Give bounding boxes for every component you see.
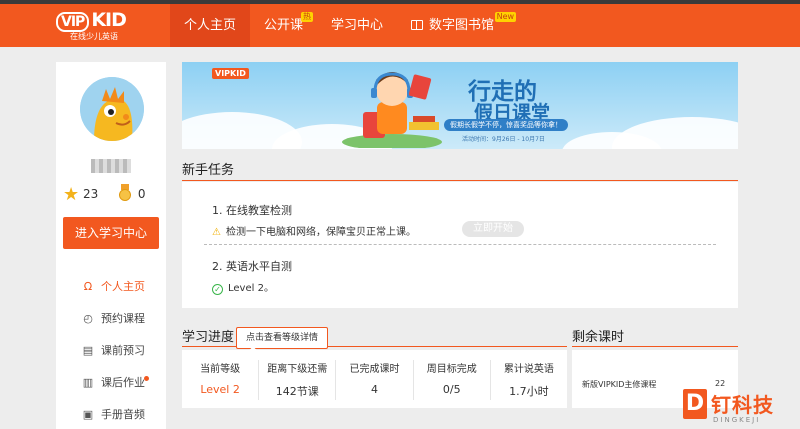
audio-icon: ▣: [82, 408, 94, 421]
book-icon: [411, 20, 424, 30]
clock-icon: ◴: [83, 312, 93, 325]
medal-stat: 0: [118, 184, 145, 202]
holiday-banner[interactable]: VIPKID 行走的 假日课堂 假期长假学不停，惊喜奖品等你拿！ 活动时间：9月…: [182, 62, 738, 149]
sidebar-item-home[interactable]: Ω 个人主页: [80, 274, 170, 300]
preview-icon: ▤: [82, 344, 94, 357]
notification-dot: [144, 376, 149, 381]
start-check-button[interactable]: 立即开始: [462, 221, 524, 237]
task-desc-2: ✓ Level 2。: [212, 279, 274, 295]
task-separator: [204, 244, 716, 245]
watermark-logo-icon: D: [683, 389, 707, 419]
avatar[interactable]: [80, 77, 144, 141]
tasks-heading: 新手任务: [182, 163, 235, 178]
watermark-sub: DINGKEJI: [713, 416, 761, 424]
progress-english-time: 累计说英语 1.7小时: [503, 364, 554, 398]
task-title-1: 1. 在线教室检测: [212, 204, 292, 217]
progress-heading: 学习进度: [182, 330, 235, 345]
user-icon: Ω: [83, 280, 93, 293]
sidebar-item-preview[interactable]: ▤ 课前预习: [80, 338, 170, 364]
banner-tagline: 假期长假学不停，惊喜奖品等你拿！: [444, 119, 568, 131]
progress-completed-lessons: 已完成课时 4: [336, 360, 414, 400]
homework-icon: ▥: [82, 376, 94, 389]
tasks-card: 1. 在线教室检测 ⚠ 检测一下电脑和网络，保障宝贝正常上课。 立即开始 2. 英…: [182, 182, 738, 308]
nav-home[interactable]: 个人主页: [170, 4, 251, 47]
kid-illustration: [342, 72, 442, 148]
progress-to-next-level: 距离下级还需 142节课: [259, 360, 337, 400]
remaining-heading: 剩余课时: [572, 330, 625, 345]
sidebar: ★ 23 0 进入学习中心 Ω 个人主页 ◴ 预约课程 ▤ 课前预习 ▥ 课后作业 ▣ 手…: [56, 62, 166, 429]
top-nav-bar: VIP KID 在线少儿英语 个人主页 公开课热 学习中心 数字图书馆 New: [0, 0, 800, 47]
tasks-divider: [182, 180, 738, 181]
remaining-divider: [572, 346, 738, 347]
dingkeji-watermark: D 钉科技 DINGKEJI: [683, 385, 798, 425]
task-desc-1: ⚠ 检测一下电脑和网络，保障宝贝正常上课。: [212, 227, 416, 238]
banner-date: 活动时间：9月26日 - 10月7日: [462, 136, 545, 143]
level-detail-tooltip[interactable]: 点击查看等级详情: [236, 327, 328, 358]
sidebar-item-homework[interactable]: ▥ 课后作业: [80, 370, 170, 396]
progress-level[interactable]: 当前等级 Level 2: [182, 360, 260, 400]
username-blurred: [91, 159, 131, 173]
watermark-name: 钉科技: [711, 393, 774, 417]
banner-logo: VIPKID: [212, 68, 249, 79]
progress-weekly-goal: 周目标完成 0/5: [414, 360, 491, 400]
sidebar-menu: Ω 个人主页 ◴ 预约课程 ▤ 课前预习 ▥ 课后作业 ▣ 手册音频: [80, 274, 170, 429]
nav-open-class[interactable]: 公开课热: [250, 4, 317, 47]
star-icon: ★: [63, 184, 80, 205]
nav-digital-library[interactable]: 数字图书馆 New: [397, 4, 518, 47]
star-count: 23: [82, 187, 99, 201]
enter-learning-center-button[interactable]: 进入学习中心: [63, 217, 159, 249]
warning-icon: ⚠: [212, 227, 221, 238]
task-title-2: 2. 英语水平自测: [212, 260, 292, 273]
new-badge: New: [494, 12, 517, 22]
star-stat: ★ 23: [63, 184, 98, 205]
logo-subtitle: 在线少儿英语: [70, 32, 118, 41]
progress-card: 当前等级 Level 2 距离下级还需 142节课 已完成课时 4 周目标完成 0/5 …: [182, 350, 567, 408]
hot-badge: 热: [301, 12, 314, 22]
remaining-course-name: 新版VIPKID主修课程: [582, 380, 657, 389]
vipkid-logo[interactable]: VIP KID 在线少儿英语: [56, 10, 136, 42]
main-nav: 个人主页 公开课热 学习中心 数字图书馆 New: [170, 4, 518, 47]
check-circle-icon: ✓: [212, 284, 223, 295]
medal-count: 0: [137, 187, 146, 201]
sidebar-item-book-course[interactable]: ◴ 预约课程: [80, 306, 170, 332]
medal-icon: [118, 184, 132, 202]
logo-wordmark: VIP KID: [56, 10, 136, 32]
nav-learning-center[interactable]: 学习中心: [317, 4, 397, 47]
sidebar-item-audio[interactable]: ▣ 手册音频: [80, 402, 170, 428]
